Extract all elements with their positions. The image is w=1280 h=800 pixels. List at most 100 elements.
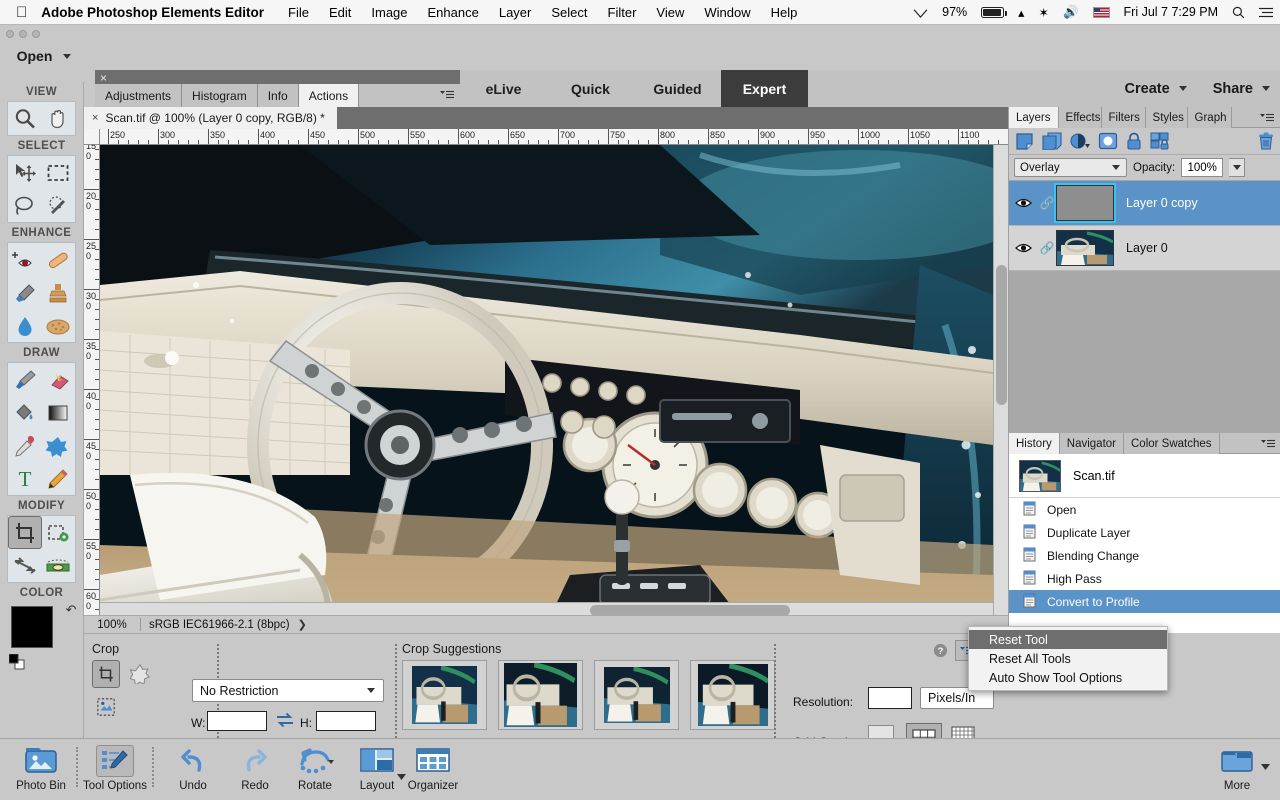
history-state-blending-change[interactable]: Blending Change [1009, 544, 1280, 567]
cookie-cutter-tool-option[interactable] [126, 660, 154, 688]
crop-width-input[interactable] [207, 711, 267, 731]
foreground-color-swatch[interactable] [10, 606, 53, 648]
tab-effects[interactable]: Effects [1058, 107, 1102, 128]
blend-mode-select[interactable]: Overlay [1014, 158, 1127, 177]
link-layers-icon[interactable] [1150, 132, 1171, 150]
close-icon[interactable]: × [100, 72, 107, 84]
menu-help[interactable]: Help [761, 5, 808, 20]
straighten-tool[interactable] [42, 549, 76, 582]
wifi-icon[interactable] [906, 7, 935, 18]
panel-menu-icon[interactable] [1261, 439, 1275, 449]
tab-graphics[interactable]: Graph [1187, 107, 1232, 128]
custom-shape-tool[interactable] [42, 429, 76, 462]
us-flag-icon[interactable] [1086, 6, 1117, 18]
tab-guided[interactable]: Guided [634, 70, 721, 107]
blur-tool[interactable] [8, 309, 42, 342]
history-source-row[interactable]: Scan.tif [1009, 454, 1280, 498]
swap-colors-icon[interactable]: ↶ [66, 602, 77, 618]
zoom-tool[interactable] [8, 102, 42, 135]
menu-edit[interactable]: Edit [319, 5, 361, 20]
eraser-tool[interactable] [42, 363, 76, 396]
tab-expert[interactable]: Expert [721, 70, 808, 107]
layer-name[interactable]: Layer 0 copy [1114, 196, 1198, 210]
rectangular-marquee-tool[interactable] [42, 156, 76, 189]
tab-info[interactable]: Info [257, 84, 299, 107]
image-canvas[interactable] [100, 145, 993, 617]
history-state-open[interactable]: Open [1009, 498, 1280, 521]
crop-suggestion-4[interactable] [690, 660, 775, 730]
crop-suggestion-2[interactable] [498, 660, 583, 730]
red-eye-removal-tool[interactable] [8, 243, 42, 276]
apple-icon[interactable]:  [0, 5, 41, 20]
move-tool[interactable] [8, 156, 42, 189]
lasso-tool[interactable] [8, 189, 42, 222]
create-button[interactable]: Create [1125, 81, 1187, 97]
tab-elive[interactable]: eLive [460, 70, 547, 107]
notification-center-icon[interactable] [1252, 7, 1280, 18]
vertical-ruler[interactable]: 150 200 250 300 350 400 450 500 550 600 [84, 145, 100, 617]
scrollbar-thumb[interactable] [996, 265, 1007, 405]
menu-file[interactable]: File [278, 5, 319, 20]
resolution-input[interactable] [868, 687, 912, 709]
tab-quick[interactable]: Quick [547, 70, 634, 107]
window-controls[interactable] [6, 30, 40, 38]
canvas-vertical-scrollbar[interactable] [993, 145, 1008, 617]
gradient-tool[interactable] [42, 396, 76, 429]
zoom-level[interactable]: 100% [84, 619, 140, 631]
crop-tool-option[interactable] [92, 660, 120, 688]
menu-item-reset-tool[interactable]: Reset Tool [969, 630, 1167, 649]
menu-image[interactable]: Image [361, 5, 417, 20]
bluetooth-icon[interactable]: ✶ [1031, 5, 1055, 20]
menu-view[interactable]: View [646, 5, 694, 20]
chevron-right-icon[interactable]: ❯ [298, 618, 307, 631]
battery-icon[interactable] [974, 6, 1011, 18]
layer-visibility-icon[interactable] [1009, 197, 1038, 209]
layer-thumbnail[interactable] [1054, 183, 1116, 223]
layer-link-icon[interactable]: 🔗 [1038, 196, 1056, 210]
eject-icon[interactable]: ▴ [1011, 5, 1031, 20]
volume-icon[interactable]: 🔊 [1056, 5, 1086, 20]
hand-tool[interactable] [42, 102, 76, 135]
menu-filter[interactable]: Filter [598, 5, 647, 20]
recompose-tool[interactable] [42, 516, 76, 549]
tab-filters[interactable]: Filters [1101, 107, 1146, 128]
tab-actions[interactable]: Actions [298, 84, 360, 107]
sponge-tool[interactable] [42, 309, 76, 342]
horizontal-ruler[interactable]: 250 300 350 400 450 500 550 600 650 700 750 800 850 9… [100, 129, 1008, 145]
adjustment-circle-icon[interactable] [1070, 132, 1090, 150]
panel-menu-icon[interactable] [440, 90, 454, 100]
search-icon[interactable] [1225, 6, 1252, 19]
taskbar-organizer[interactable]: Organizer [396, 745, 470, 792]
layer-thumbnail[interactable] [1056, 230, 1114, 266]
tab-adjustments[interactable]: Adjustments [95, 84, 183, 107]
menu-item-reset-all-tools[interactable]: Reset All Tools [969, 649, 1167, 668]
help-question-icon[interactable]: ? [933, 643, 948, 663]
tab-layers[interactable]: Layers [1009, 107, 1059, 128]
spot-healing-brush-tool[interactable] [42, 243, 76, 276]
tab-histogram[interactable]: Histogram [182, 84, 258, 107]
crop-tool[interactable] [8, 516, 42, 549]
perspective-crop-tool-option[interactable] [92, 693, 120, 721]
history-state-duplicate-layer[interactable]: Duplicate Layer [1009, 521, 1280, 544]
opacity-stepper[interactable] [1229, 158, 1246, 177]
trash-icon[interactable] [1258, 132, 1274, 150]
tab-navigator[interactable]: Navigator [1059, 433, 1124, 454]
open-button[interactable]: Open [6, 43, 82, 69]
layer-mask-icon[interactable] [1098, 132, 1118, 150]
lock-icon[interactable] [1126, 132, 1142, 150]
crop-suggestion-1[interactable] [402, 660, 487, 730]
panel-menu-icon[interactable] [1260, 113, 1274, 123]
taskbar-photo-bin[interactable]: Photo Bin [4, 745, 78, 792]
share-button[interactable]: Share [1213, 81, 1270, 97]
history-state-list[interactable]: Scan.tif Open Duplicate Layer Blending C… [1009, 454, 1280, 633]
history-state-convert-to-profile[interactable]: Convert to Profile [1009, 590, 1280, 613]
default-colors-icon[interactable] [8, 653, 25, 670]
paint-bucket-tool[interactable] [8, 396, 42, 429]
layer-visibility-icon[interactable] [1009, 242, 1038, 254]
close-icon[interactable]: × [92, 112, 98, 124]
pencil-tool[interactable] [42, 462, 76, 495]
taskbar-more[interactable]: More [1202, 745, 1272, 792]
new-layer-icon[interactable] [1015, 132, 1034, 150]
duplicate-layer-icon[interactable] [1042, 132, 1062, 150]
menu-layer[interactable]: Layer [489, 5, 542, 20]
